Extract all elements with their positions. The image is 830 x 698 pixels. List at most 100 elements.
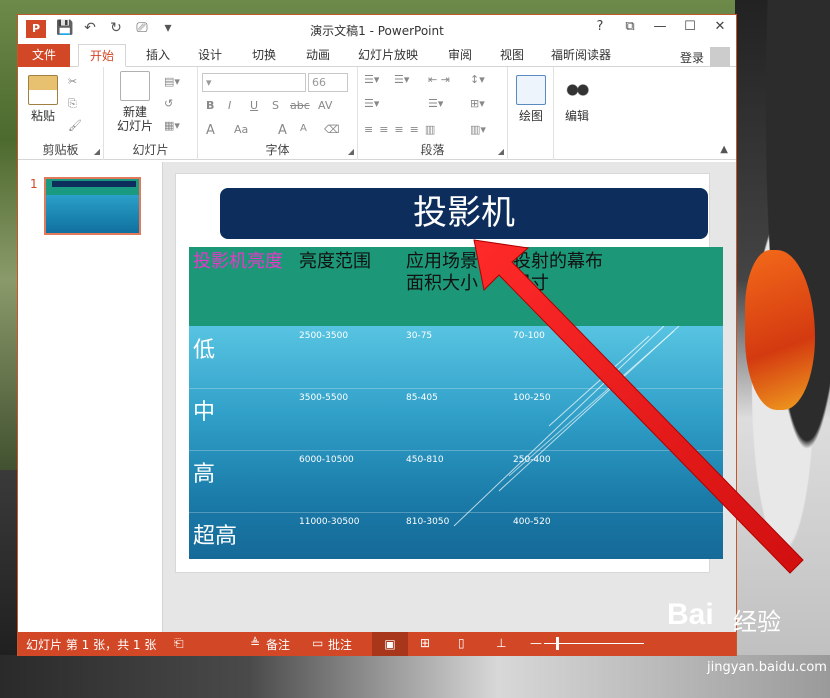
font-name-combo[interactable]: ▾ (202, 73, 306, 92)
comments-button[interactable]: 批注 (328, 636, 352, 653)
table-cell[interactable]: 6000-10500 (299, 455, 354, 465)
table-cell[interactable]: 2500-3500 (299, 331, 348, 341)
maximize-icon[interactable]: ☐ (678, 19, 702, 34)
change-case-button[interactable]: Aa (234, 123, 248, 136)
powerpoint-window: P 💾 ↶ ↻ ⎚ ▾ 演示文稿1 - PowerPoint ? ⧉ — ☐ ✕… (17, 14, 737, 656)
bullets-icon[interactable]: ☰▾ (364, 73, 379, 86)
clear-format-icon[interactable]: ⌫ (324, 123, 340, 136)
tab-review[interactable]: 审阅 (440, 44, 480, 67)
editing-button[interactable]: 编辑 (560, 75, 594, 123)
clipboard-group-label: 剪贴板 (42, 143, 79, 157)
slide-table[interactable]: 投影机亮度 亮度范围 应用场景的面积大小 投射的幕布尺寸 低 2500-3500… (189, 247, 723, 559)
login-label[interactable]: 登录 (680, 49, 704, 66)
font-color-button[interactable]: A (206, 123, 215, 138)
tab-animations[interactable]: 动画 (298, 44, 338, 67)
notes-button[interactable]: 备注 (266, 636, 290, 653)
minimize-icon[interactable]: — (648, 19, 672, 34)
table-cell[interactable]: 11000-30500 (299, 517, 360, 527)
collapse-ribbon-icon[interactable]: ▲ (720, 144, 728, 155)
alignment-icons[interactable]: ≡≡≡≡▥ (364, 123, 441, 136)
tab-slideshow[interactable]: 幻灯片放映 (354, 44, 422, 67)
char-spacing-button[interactable]: AV (318, 99, 332, 112)
line-spacing-icon[interactable]: ↕▾ (470, 73, 485, 86)
comments-icon[interactable]: ▭ (312, 636, 323, 650)
numbering-icon[interactable]: ☰▾ (394, 73, 409, 86)
slide-sorter-icon[interactable]: ⊞ (420, 636, 430, 650)
baidu-url: jingyan.baidu.com (707, 660, 827, 675)
slide-canvas[interactable]: 投影机 投影机亮度 亮度范围 应用场景的面积大小 投射的幕布尺寸 低 2500-… (175, 173, 723, 573)
table-header-cell[interactable]: 应用场景的面积大小 (406, 251, 506, 295)
align-text-icon[interactable]: ☰▾ (428, 97, 443, 110)
table-body: 低 2500-3500 30-75 70-100 中 3500-5500 85-… (189, 326, 723, 559)
spell-check-icon[interactable]: ⎗ (174, 636, 184, 651)
slide-title[interactable]: 投影机 (220, 188, 708, 239)
tab-view[interactable]: 视图 (492, 44, 532, 67)
zoom-out-icon[interactable]: — (530, 636, 542, 650)
table-cell[interactable]: 3500-5500 (299, 393, 348, 403)
title-bar: P 💾 ↶ ↻ ⎚ ▾ 演示文稿1 - PowerPoint ? ⧉ — ☐ ✕ (18, 15, 736, 44)
table-header-cell[interactable]: 亮度范围 (299, 251, 399, 273)
table-cell[interactable]: 400-520 (513, 517, 551, 527)
grow-font-button[interactable]: A (278, 123, 287, 138)
tab-foxit-reader[interactable]: 福昕阅读器 (546, 44, 616, 67)
new-slide-button[interactable]: 新建 幻灯片 (110, 71, 160, 133)
font-launcher-icon[interactable]: ◢ (348, 147, 354, 156)
table-cell[interactable]: 85-405 (406, 393, 438, 403)
close-icon[interactable]: ✕ (708, 19, 732, 34)
section-icon[interactable]: ▦▾ (164, 119, 180, 132)
table-cell[interactable]: 250-400 (513, 455, 551, 465)
tab-home[interactable]: 开始 (78, 44, 126, 67)
layout-icon[interactable]: ▤▾ (164, 75, 180, 88)
tab-insert[interactable]: 插入 (138, 44, 178, 67)
table-cell[interactable]: 30-75 (406, 331, 432, 341)
table-cell[interactable]: 810-3050 (406, 517, 449, 527)
slide-count-status: 幻灯片 第 1 张，共 1 张 (26, 638, 157, 652)
slide-thumbnail[interactable] (44, 177, 141, 235)
cut-icon[interactable]: ✂ (68, 75, 77, 88)
font-size-combo[interactable]: 66 (308, 73, 348, 92)
avatar[interactable] (710, 47, 730, 67)
format-painter-icon[interactable]: 🖌 (68, 119, 82, 132)
text-direction-icon[interactable]: ☰▾ (364, 97, 379, 110)
underline-button[interactable]: U (250, 99, 258, 112)
row-divider (189, 388, 723, 389)
baidu-jingyan-text: 经验 (733, 608, 781, 636)
smartart-icon[interactable]: ⊞▾ (470, 97, 485, 110)
table-row-label[interactable]: 低 (193, 332, 215, 364)
shrink-font-button[interactable]: A (300, 123, 307, 134)
login-area[interactable]: 登录 (680, 47, 730, 67)
tab-transitions[interactable]: 切换 (244, 44, 284, 67)
table-cell[interactable]: 100-250 (513, 393, 551, 403)
tab-file[interactable]: 文件 (18, 44, 70, 67)
table-header-cell[interactable]: 投影机亮度 (193, 251, 293, 273)
slideshow-view-icon[interactable]: ⊥ (496, 636, 506, 650)
table-header-cell[interactable]: 投射的幕布尺寸 (513, 251, 613, 295)
italic-button[interactable]: I (228, 99, 231, 112)
drawing-button[interactable]: 绘图 (514, 75, 548, 123)
ribbon-display-icon[interactable]: ⧉ (618, 19, 642, 34)
indent-icon[interactable]: ⇤ ⇥ (428, 73, 450, 86)
normal-view-icon[interactable]: ▣ (372, 632, 408, 656)
clipboard-launcher-icon[interactable]: ◢ (94, 147, 100, 156)
zoom-slider[interactable] (544, 643, 644, 644)
drawing-group: 绘图 (508, 67, 554, 160)
notes-icon[interactable]: ≜ (250, 636, 260, 650)
paste-button[interactable]: 粘贴 (26, 75, 60, 123)
row-divider (189, 512, 723, 513)
table-row-label[interactable]: 中 (193, 394, 215, 426)
shadow-button[interactable]: S (272, 99, 279, 112)
columns-icon[interactable]: ▥▾ (470, 123, 486, 136)
table-row-label[interactable]: 超高 (193, 518, 237, 550)
table-cell[interactable]: 70-100 (513, 331, 545, 341)
zoom-slider-thumb[interactable] (556, 637, 559, 650)
reading-view-icon[interactable]: ▯ (458, 636, 465, 650)
table-cell[interactable]: 450-810 (406, 455, 444, 465)
tab-design[interactable]: 设计 (190, 44, 230, 67)
bold-button[interactable]: B (206, 99, 214, 112)
reset-icon[interactable]: ↺ (164, 97, 173, 110)
strikethrough-button[interactable]: abc (290, 99, 310, 112)
table-row-label[interactable]: 高 (193, 456, 215, 488)
help-icon[interactable]: ? (588, 19, 612, 34)
copy-icon[interactable]: ⎘ (68, 97, 77, 111)
paragraph-launcher-icon[interactable]: ◢ (498, 147, 504, 156)
